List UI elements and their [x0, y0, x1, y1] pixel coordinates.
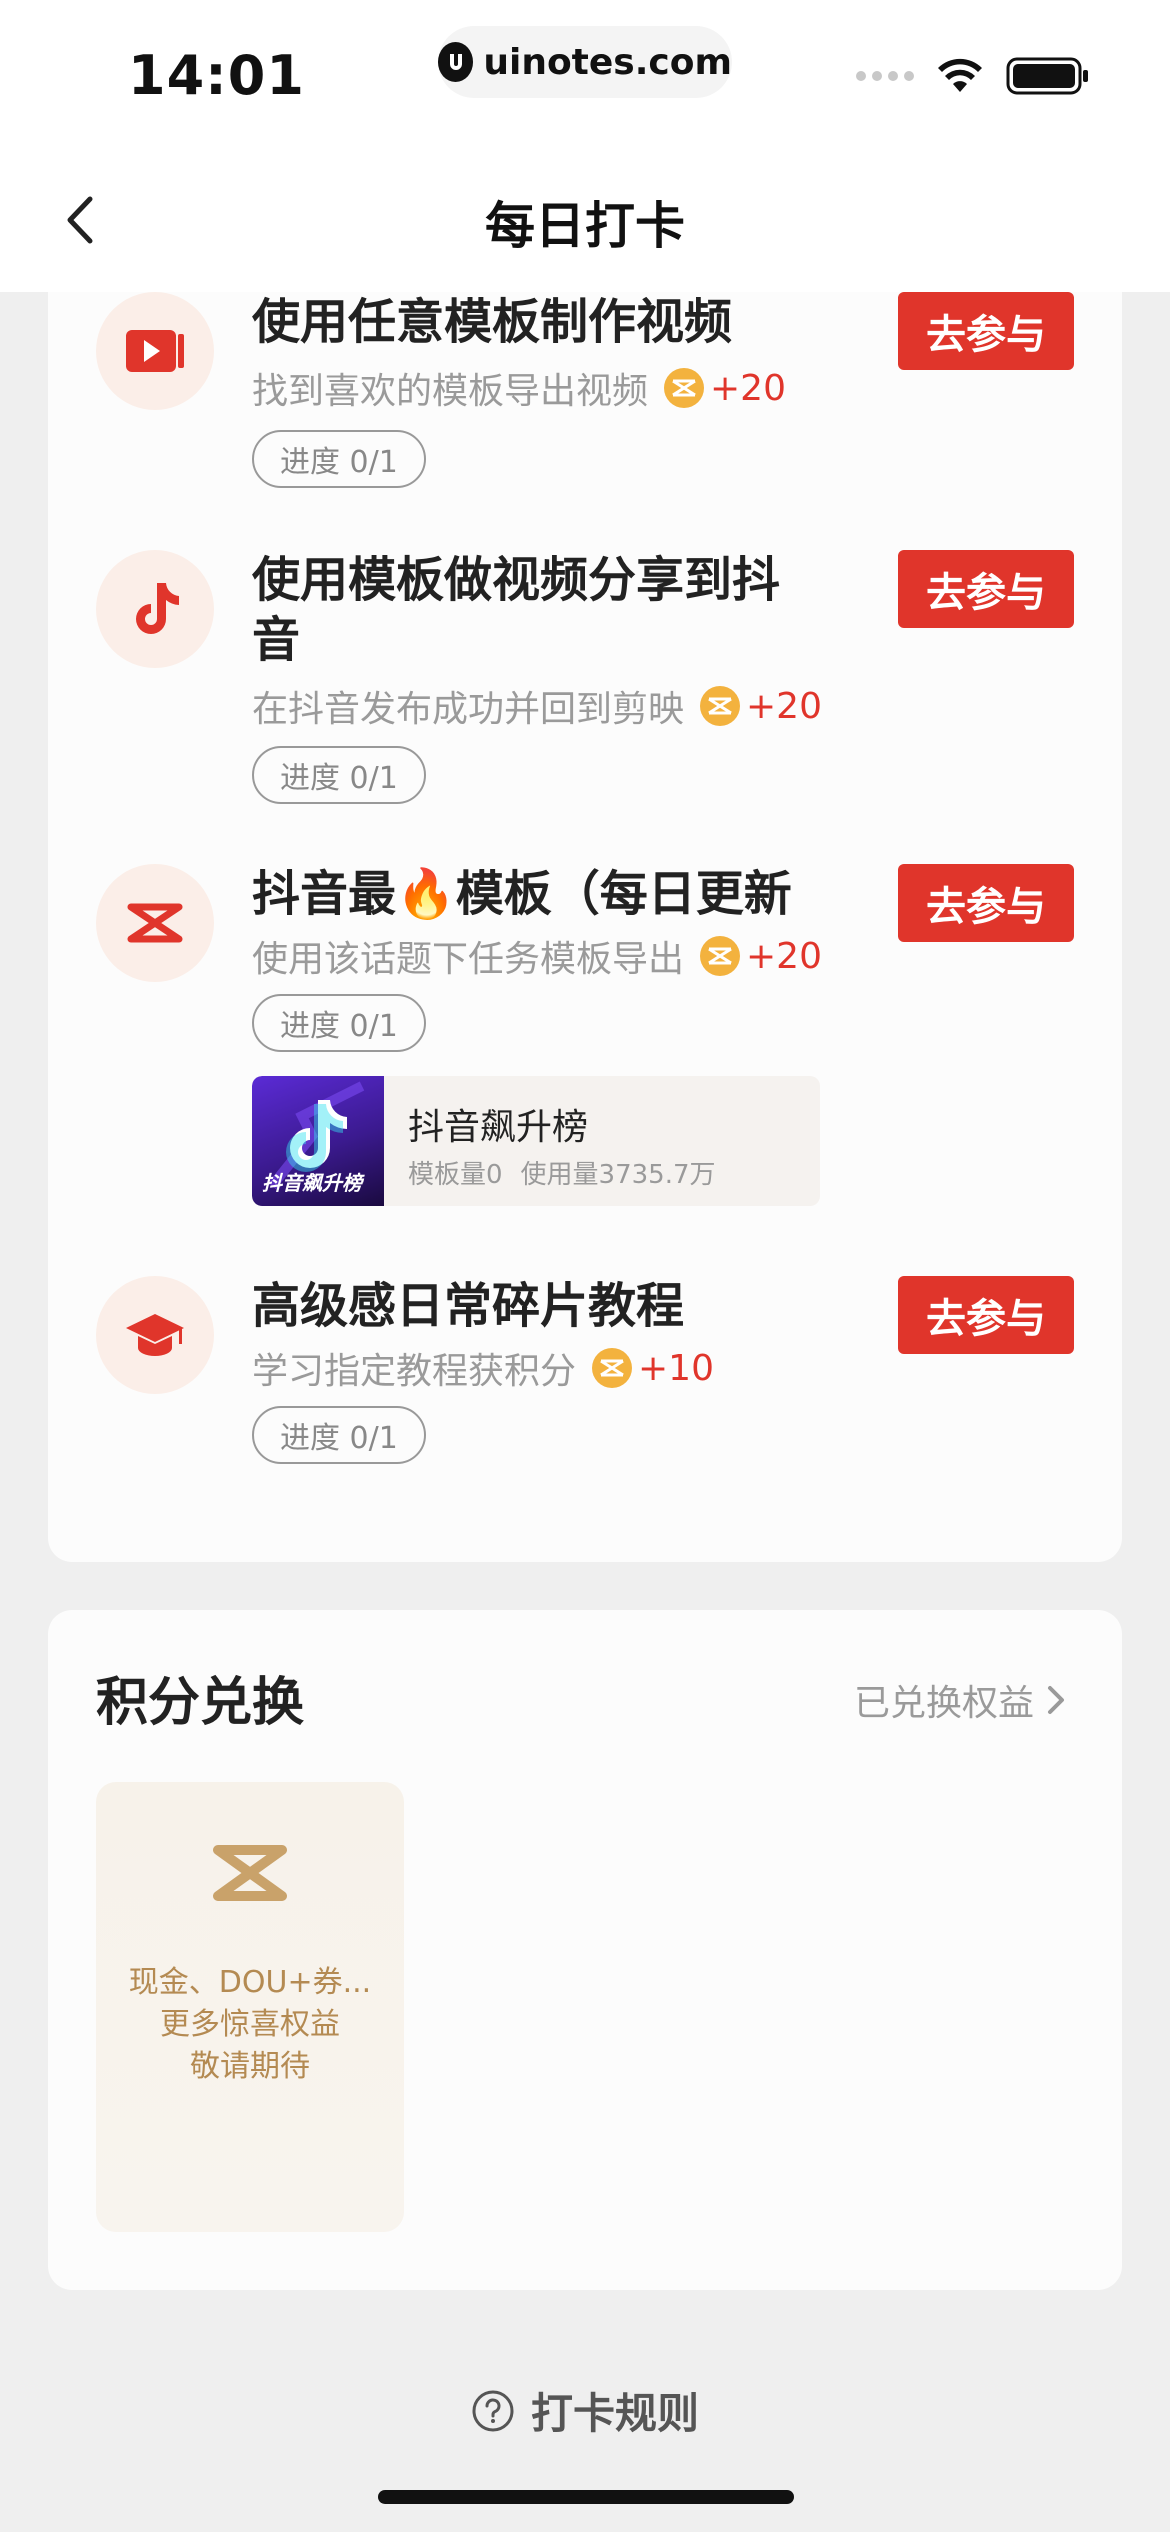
status-bar: 14:01 uinotes.com [0, 0, 1170, 150]
checkin-rules-link[interactable]: 打卡规则 [0, 2380, 1170, 2441]
task-desc: 使用该话题下任务模板导出 [252, 939, 685, 980]
reward-line: 敬请期待 [190, 2049, 310, 2084]
task-desc: 在抖音发布成功并回到剪映 [252, 689, 685, 730]
task-desc: 找到喜欢的模板导出视频 [252, 371, 649, 412]
video-play-icon [96, 292, 214, 410]
usage-count: 使用量3735.7万 [520, 1160, 716, 1190]
status-time: 14:01 [128, 44, 305, 107]
join-button[interactable]: 去参与 [898, 864, 1074, 942]
battery-icon [1006, 57, 1088, 95]
coin-icon [700, 936, 741, 976]
task-title: 抖音最🔥模板（每日更新 [252, 866, 792, 922]
join-button[interactable]: 去参与 [898, 292, 1074, 370]
template-meta: 模板量0 使用量3735.7万 [408, 1154, 716, 1191]
progress-badge: 进度 0/1 [252, 746, 426, 804]
coin-icon [700, 686, 741, 726]
task-title: 使用模板做视频分享到抖音 [252, 552, 781, 668]
task-desc: 学习指定教程获积分 [252, 1351, 577, 1392]
coin-icon [592, 1348, 633, 1388]
task-title: 使用任意模板制作视频 [252, 294, 733, 350]
rules-label: 打卡规则 [530, 2389, 699, 2438]
url-pill[interactable]: uinotes.com [438, 26, 732, 98]
task-subtitle: 在抖音发布成功并回到剪映 +20 [252, 680, 822, 732]
progress-badge: 进度 0/1 [252, 994, 426, 1052]
task-subtitle: 找到喜欢的模板导出视频 +20 [252, 362, 786, 414]
redeemed-benefits-label: 已兑换权益 [853, 1683, 1034, 1724]
task-list-card: 使用任意模板制作视频 找到喜欢的模板导出视频 +20 进度 0/1 去参与 使用… [48, 292, 1122, 1562]
progress-badge: 进度 0/1 [252, 430, 426, 488]
graduation-cap-icon [96, 1276, 214, 1394]
home-indicator [378, 2490, 794, 2504]
template-count: 模板量0 [408, 1160, 503, 1190]
chevron-right-icon [1048, 1686, 1064, 1714]
points-value: +20 [746, 935, 822, 977]
join-button[interactable]: 去参与 [898, 1276, 1074, 1354]
task-subtitle: 使用该话题下任务模板导出 +20 [252, 930, 822, 982]
reward-line: 更多惊喜权益 [160, 2007, 340, 2042]
site-logo-icon [438, 42, 474, 82]
thumbnail-caption: 抖音飙升榜 [262, 1171, 362, 1195]
capcut-logo-icon [96, 864, 214, 982]
template-thumbnail: 抖音飙升榜 [252, 1076, 384, 1206]
nav-bar: 每日打卡 [0, 150, 1170, 292]
points-exchange-card: 积分兑换 已兑换权益 现金、DOU+券... 更多惊喜权益 敬请期待 [48, 1610, 1122, 2290]
section-title: 积分兑换 [96, 1673, 305, 1733]
template-name: 抖音飙升榜 [408, 1107, 589, 1148]
signal-icon [856, 71, 914, 81]
points-value: +10 [638, 1347, 714, 1389]
url-text: uinotes.com [483, 41, 732, 83]
task-title: 高级感日常碎片教程 [252, 1278, 685, 1334]
reward-tile[interactable]: 现金、DOU+券... 更多惊喜权益 敬请期待 [96, 1782, 404, 2232]
join-button[interactable]: 去参与 [898, 550, 1074, 628]
redeemed-benefits-link[interactable]: 已兑换权益 [854, 1674, 1066, 1726]
progress-badge: 进度 0/1 [252, 1406, 426, 1464]
capcut-logo-icon [213, 1845, 287, 1901]
template-card[interactable]: 抖音飙升榜 抖音飙升榜 模板量0 使用量3735.7万 [252, 1076, 820, 1206]
reward-description: 现金、DOU+券... 更多惊喜权益 敬请期待 [96, 1962, 404, 2088]
tiktok-note-icon [96, 550, 214, 668]
coin-icon [664, 368, 705, 408]
help-circle-icon [472, 2390, 514, 2431]
task-subtitle: 学习指定教程获积分 +10 [252, 1342, 714, 1394]
page-title: 每日打卡 [485, 197, 685, 255]
reward-line: 现金、DOU+券... [128, 1965, 372, 2000]
status-indicators [856, 56, 1090, 96]
points-value: +20 [746, 685, 822, 727]
points-value: +20 [710, 367, 786, 409]
wifi-icon [938, 58, 982, 92]
